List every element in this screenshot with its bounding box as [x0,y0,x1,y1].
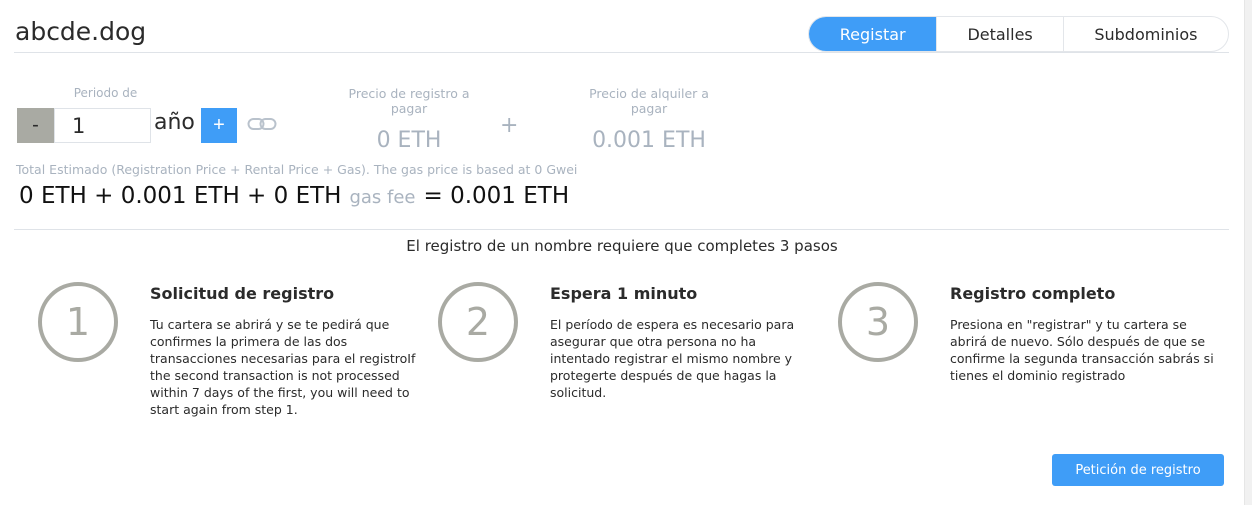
increase-years-button[interactable]: + [201,108,237,143]
decrease-years-button[interactable]: - [17,108,54,143]
step-description: Tu cartera se abrirá y se te pedirá que … [150,317,416,417]
year-unit-label: año [154,110,195,135]
step-description: El período de espera es necesario para a… [550,317,795,400]
price-plus-sign: + [500,113,519,138]
domain-title: abcde.dog [15,17,147,46]
section-divider [14,229,1229,230]
step-description: Presiona en "registrar" y tu cartera se … [950,317,1214,383]
step-number-circle: 2 [438,282,518,362]
rental-price-block: Precio de alquiler a pagar 0.001 ETH [570,86,728,153]
link-icon [247,116,277,136]
step-title: Registro completo [950,284,1116,303]
total-estimate-label: Total Estimado (Registration Price + Ren… [16,162,578,177]
tab-subdomains[interactable]: Subdominios [1062,17,1228,51]
total-expression: 0 ETH + 0.001 ETH + 0 ETH [19,183,342,209]
step-number-circle: 1 [38,282,118,362]
step-title: Espera 1 minuto [550,284,698,303]
gas-fee-label: gas fee [349,187,416,208]
period-label: Periodo de registración [73,86,138,100]
tab-details[interactable]: Detalles [936,17,1062,51]
rental-price-value: 0.001 ETH [592,128,706,153]
steps-intro: El registro de un nombre requiere que co… [406,237,838,255]
step-number-circle: 3 [838,282,918,362]
total-result: = 0.001 ETH [423,183,570,209]
registration-price-label: Precio de registro a pagar [348,86,470,116]
tab-bar: Registar Detalles Subdominios [808,16,1229,52]
step-title: Solicitud de registro [150,284,335,303]
total-estimate: 0 ETH + 0.001 ETH + 0 ETH gas fee = 0.00… [19,183,569,209]
registration-price-value: 0 ETH [376,128,442,153]
request-registration-button[interactable]: Petición de registro [1052,454,1224,486]
rental-price-label: Precio de alquiler a pagar [589,86,709,116]
registration-price-block: Precio de registro a pagar 0 ETH [330,86,488,153]
tab-register[interactable]: Registar [809,17,937,51]
vertical-scrollbar[interactable] [1244,0,1252,505]
header-divider [14,52,1229,53]
years-input[interactable] [54,108,151,143]
